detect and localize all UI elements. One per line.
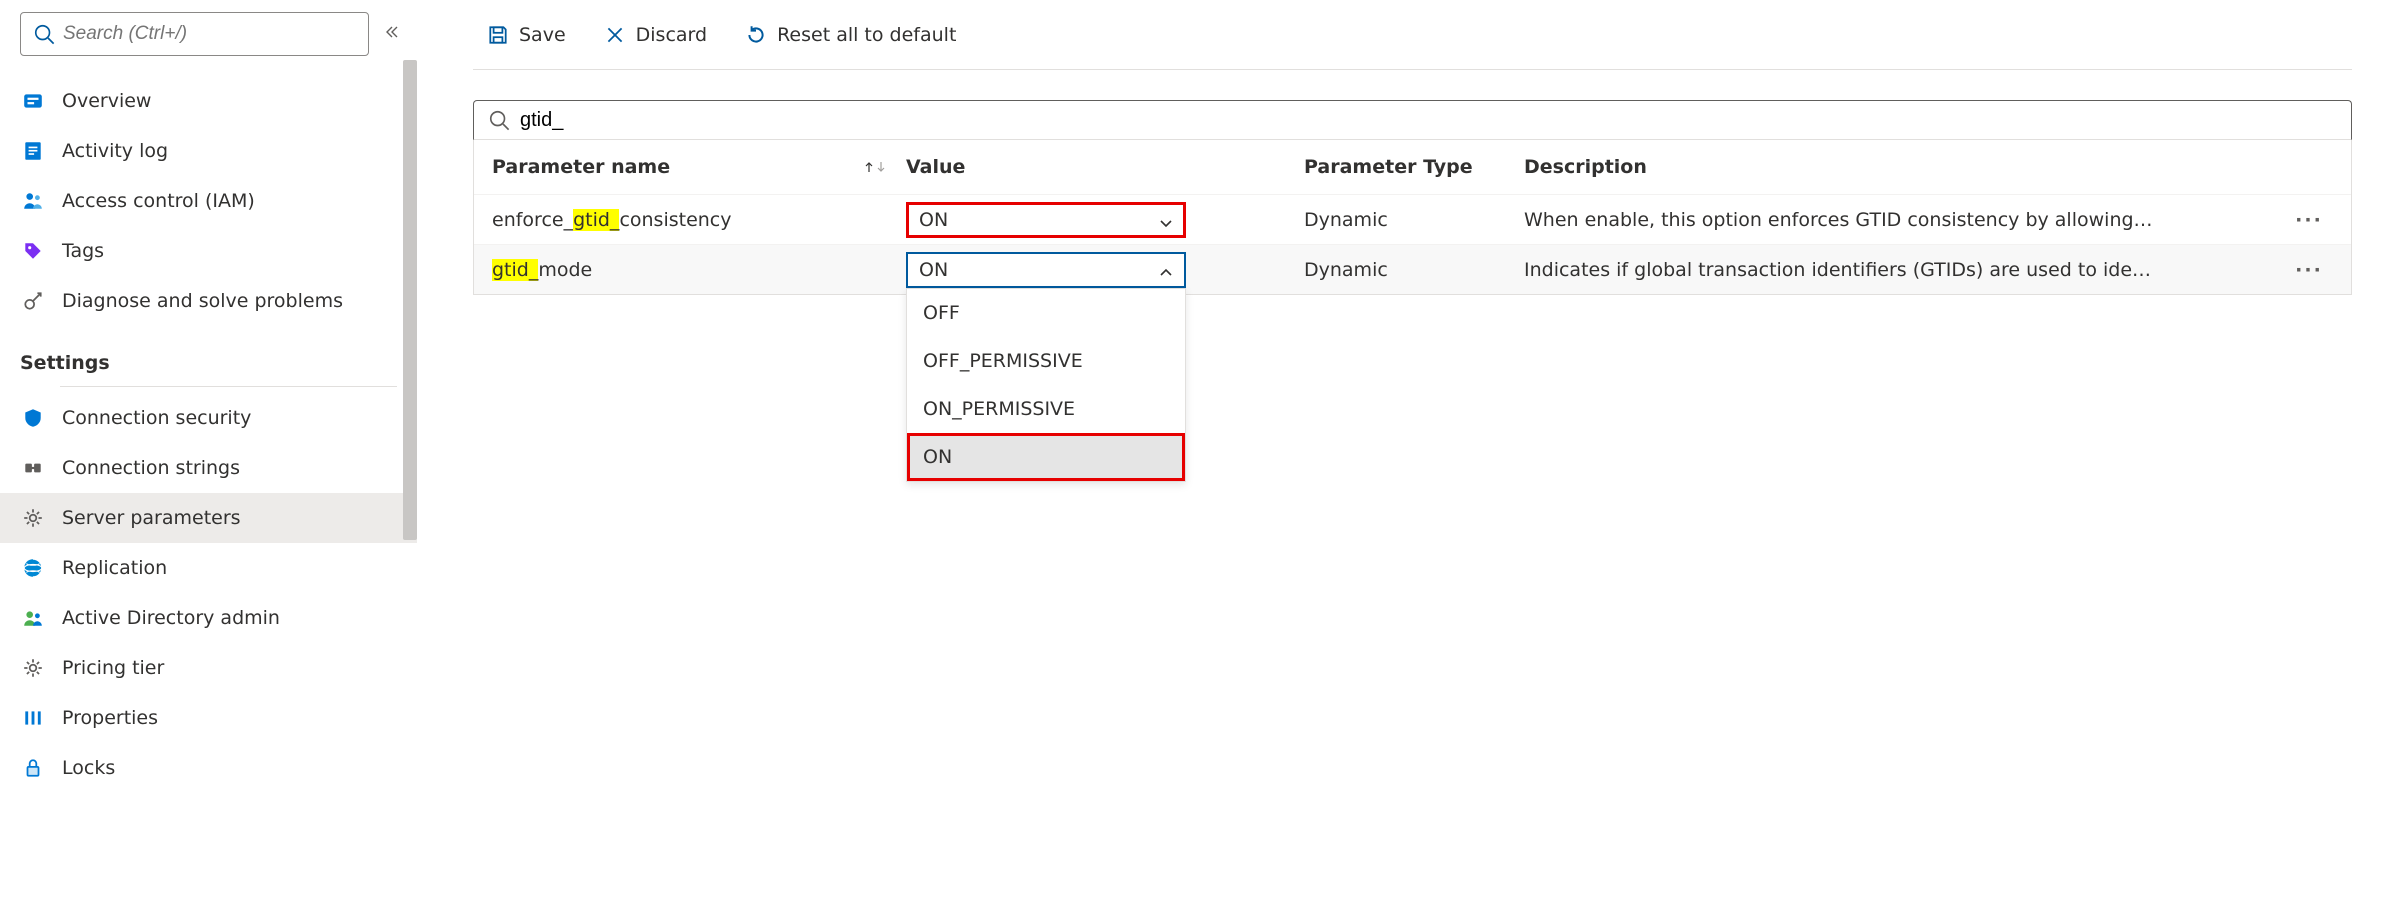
sidebar-item-properties[interactable]: Properties — [0, 693, 417, 743]
param-desc-cell: When enable, this option enforces GTID c… — [1524, 209, 2287, 231]
parameters-grid: Parameter name Value Parameter Type Desc… — [473, 140, 2352, 295]
sidebar-item-ad-admin[interactable]: Active Directory admin — [0, 593, 417, 643]
sidebar-search[interactable] — [20, 12, 369, 56]
param-type-cell: Dynamic — [1304, 209, 1524, 231]
locks-icon — [22, 757, 44, 779]
sidebar-item-label: Diagnose and solve problems — [62, 290, 343, 312]
dropdown-option[interactable]: ON — [907, 433, 1185, 481]
row-more-button[interactable]: ··· — [2295, 259, 2323, 281]
activity-log-icon — [22, 140, 44, 162]
conn-str-icon — [22, 457, 44, 479]
sidebar: Overview Activity log Access control (IAM)… — [0, 0, 417, 900]
sidebar-item-conn-sec[interactable]: Connection security — [0, 393, 417, 443]
grid-header: Parameter name Value Parameter Type Desc… — [474, 140, 2351, 194]
discard-icon — [604, 24, 626, 46]
table-row: gtid_mode ON DynamicIndicates if global tr… — [474, 244, 2351, 294]
section-header: Settings — [0, 326, 417, 380]
save-label: Save — [519, 24, 566, 46]
value-dropdown[interactable]: OFFOFF_PERMISSIVEON_PERMISSIVEON — [906, 288, 1186, 482]
sidebar-item-locks[interactable]: Locks — [0, 743, 417, 793]
sidebar-item-overview[interactable]: Overview — [0, 76, 417, 126]
col-header-desc[interactable]: Description — [1524, 156, 2287, 178]
sidebar-item-label: Server parameters — [62, 507, 241, 529]
save-icon — [487, 24, 509, 46]
sidebar-item-label: Connection security — [62, 407, 251, 429]
filter-box[interactable] — [473, 100, 2352, 140]
sidebar-search-input[interactable] — [63, 23, 356, 45]
sidebar-item-label: Activity log — [62, 140, 168, 162]
chevron-down-icon — [1159, 213, 1173, 227]
sidebar-item-conn-str[interactable]: Connection strings — [0, 443, 417, 493]
sidebar-item-iam[interactable]: Access control (IAM) — [0, 176, 417, 226]
value-select[interactable]: ON — [906, 202, 1186, 238]
overview-icon — [22, 90, 44, 112]
sidebar-item-label: Connection strings — [62, 457, 240, 479]
replication-icon — [22, 557, 44, 579]
sidebar-item-label: Replication — [62, 557, 167, 579]
sort-icon[interactable] — [864, 161, 886, 173]
sidebar-item-pricing[interactable]: Pricing tier — [0, 643, 417, 693]
dropdown-option[interactable]: OFF — [907, 289, 1185, 337]
col-header-name[interactable]: Parameter name — [474, 156, 894, 178]
server-params-icon — [22, 507, 44, 529]
param-type-cell: Dynamic — [1304, 259, 1524, 281]
search-icon — [33, 23, 55, 45]
sidebar-item-server-params[interactable]: Server parameters — [0, 493, 417, 543]
pricing-icon — [22, 657, 44, 679]
dropdown-option[interactable]: ON_PERMISSIVE — [907, 385, 1185, 433]
ad-admin-icon — [22, 607, 44, 629]
param-desc-cell: Indicates if global transaction identifi… — [1524, 259, 2287, 281]
sidebar-item-tags[interactable]: Tags — [0, 226, 417, 276]
dropdown-option[interactable]: OFF_PERMISSIVE — [907, 337, 1185, 385]
reset-label: Reset all to default — [777, 24, 956, 46]
toolbar: Save Discard Reset all to default — [473, 0, 2352, 70]
col-header-type[interactable]: Parameter Type — [1304, 156, 1524, 178]
row-more-button[interactable]: ··· — [2295, 209, 2323, 231]
sidebar-item-label: Active Directory admin — [62, 607, 280, 629]
sidebar-item-label: Overview — [62, 90, 151, 112]
sidebar-item-label: Locks — [62, 757, 115, 779]
sidebar-scrollbar[interactable] — [403, 60, 417, 540]
sidebar-item-replication[interactable]: Replication — [0, 543, 417, 593]
sidebar-item-label: Pricing tier — [62, 657, 164, 679]
discard-label: Discard — [636, 24, 707, 46]
sidebar-item-label: Access control (IAM) — [62, 190, 255, 212]
sidebar-item-activity-log[interactable]: Activity log — [0, 126, 417, 176]
value-select[interactable]: ON — [906, 252, 1186, 288]
iam-icon — [22, 190, 44, 212]
col-header-value[interactable]: Value — [894, 156, 1304, 178]
discard-button[interactable]: Discard — [590, 13, 721, 57]
collapse-sidebar-icon[interactable] — [379, 23, 403, 45]
filter-input[interactable] — [520, 109, 2337, 132]
sidebar-item-label: Tags — [62, 240, 104, 262]
conn-sec-icon — [22, 407, 44, 429]
param-name-cell: enforce_gtid_consistency — [474, 209, 894, 231]
sidebar-item-diagnose[interactable]: Diagnose and solve problems — [0, 276, 417, 326]
sidebar-nav: Overview Activity log Access control (IAM)… — [0, 76, 417, 793]
table-row: enforce_gtid_consistency ON DynamicWhen en… — [474, 194, 2351, 244]
param-name-cell: gtid_mode — [474, 259, 894, 281]
sidebar-item-label: Properties — [62, 707, 158, 729]
save-button[interactable]: Save — [473, 13, 580, 57]
reset-button[interactable]: Reset all to default — [731, 13, 970, 57]
reset-icon — [745, 24, 767, 46]
search-icon — [488, 109, 510, 131]
properties-icon — [22, 707, 44, 729]
diagnose-icon — [22, 290, 44, 312]
main-content: Save Discard Reset all to default — [417, 0, 2384, 900]
tags-icon — [22, 240, 44, 262]
chevron-up-icon — [1159, 263, 1173, 277]
